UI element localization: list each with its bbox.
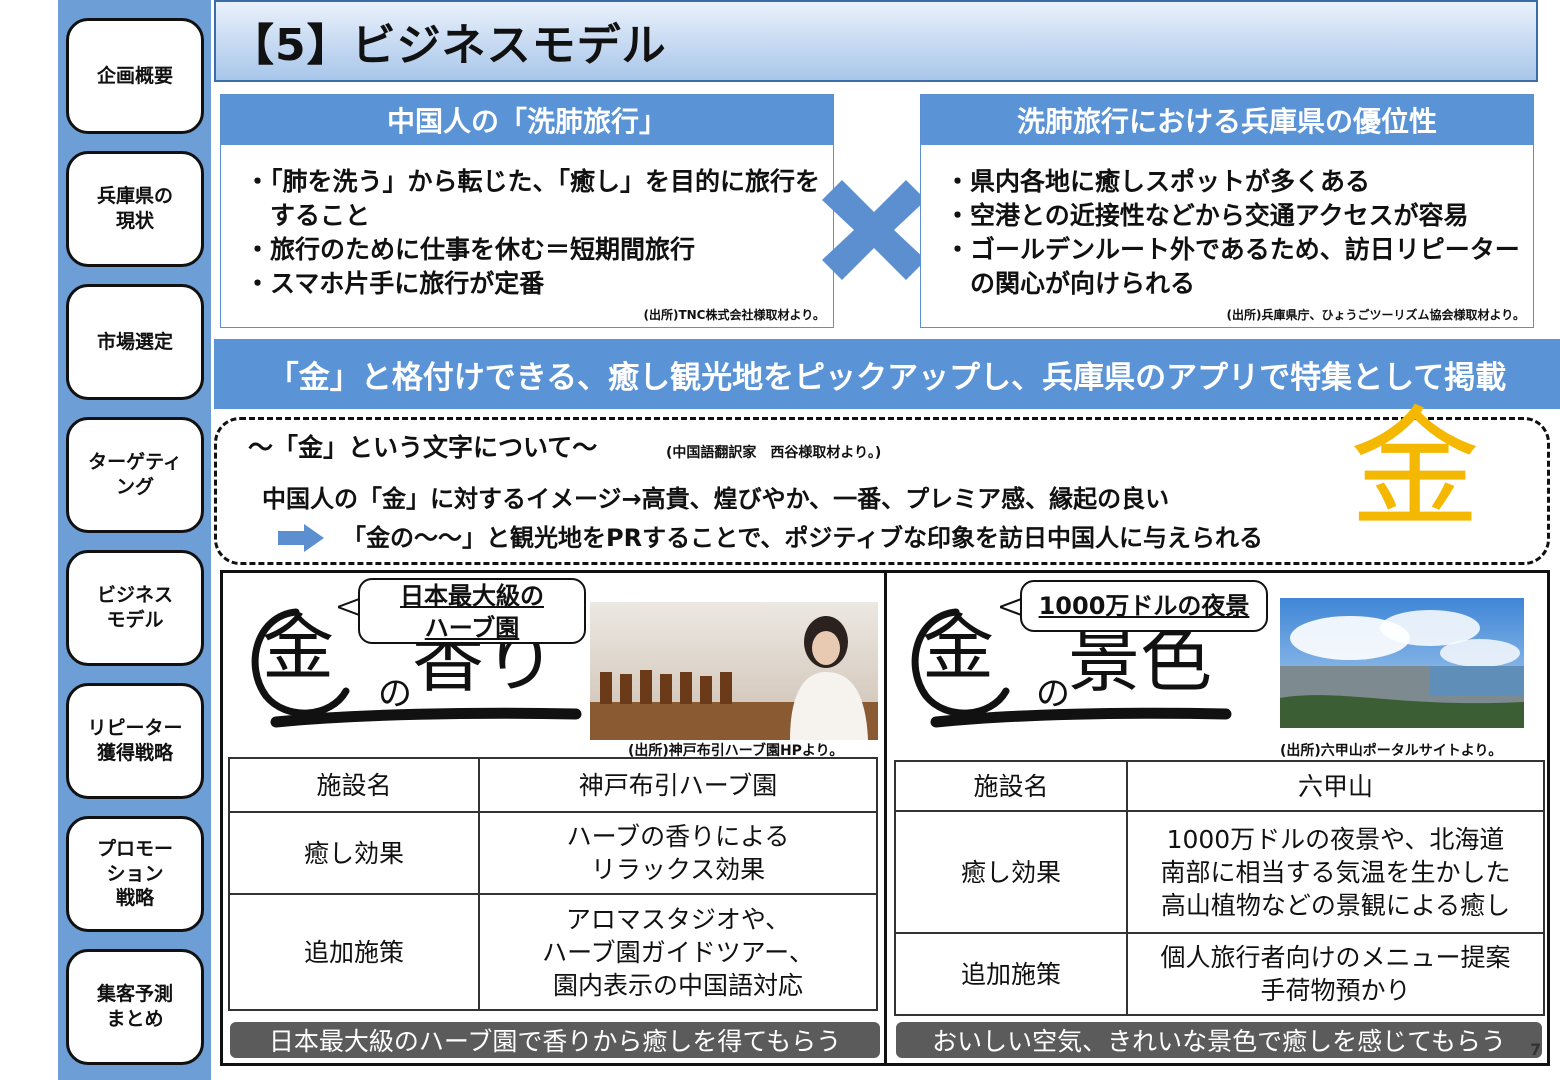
scenery-word: 景色 [1068,618,1213,702]
herb-garden-photo [590,602,878,740]
hyogo-advantage-box: 洗肺旅行における兵庫県の優位性 ・県内各地に癒しスポットが多くある ・空港との近… [920,94,1534,328]
senpai-travel-list: ・「肺を洗う」から転じた、「癒し」を目的に旅行を すること ・旅行のために仕事を… [221,145,833,301]
table-cell: 癒し効果 [228,811,480,895]
rokko-view-photo [1280,598,1524,728]
sidebar-item-targeting[interactable]: ターゲティ ング [66,417,204,533]
list-item: ・スマホ片手に旅行が定番 [245,269,545,298]
rokko-summary: おいしい空気、きれいな景色で癒しを感じてもらう [896,1022,1542,1058]
sidebar-item-hyogo-status[interactable]: 兵庫県の 現状 [66,151,204,267]
kin-character: 金 [922,606,995,690]
sidebar-item-overview[interactable]: 企画概要 [66,18,204,134]
table-cell: 個人旅行者向けのメニュー提案 手荷物預かり [1126,932,1545,1016]
sidebar: 企画概要 兵庫県の 現状 市場選定 ターゲティ ング ビジネス モデル リピータ… [58,0,211,1080]
source-note: (出所)兵庫県庁、ひょうごツーリズム協会様取材より。 [1226,308,1526,322]
cross-icon [822,180,926,280]
panel-divider [884,570,887,1066]
no-character: の [378,674,412,714]
sidebar-item-promotion[interactable]: プロモー ション 戦略 [66,816,204,932]
herb-garden-table: 施設名 神戸布引ハーブ園 癒し効果 ハーブの香りによる リラックス効果 追加施策… [228,757,878,1011]
table-cell: 施設名 [228,757,480,813]
table-cell: 1000万ドルの夜景や、北海道 南部に相当する気温を生かした 高山植物などの景観… [1126,810,1545,934]
speech-bubble: 日本最大級の ハーブ園 [358,578,586,644]
kin-character: 金 [262,606,335,690]
table-cell: アロマスタジオや、 ハーブ園ガイドツアー、 園内表示の中国語対応 [478,893,878,1011]
list-item: ・ゴールデンルート外であるため、訪日リピーター の関心が向けられる [945,235,1520,298]
page-title: 【5】ビジネスモデル [230,20,667,71]
senpai-travel-title: 中国人の「洗肺旅行」 [221,95,833,145]
list-item: ・県内各地に癒しスポットが多くある [945,167,1371,196]
hyogo-advantage-title: 洗肺旅行における兵庫県の優位性 [921,95,1533,145]
list-item: ・「肺を洗う」から転じた、「癒し」を目的に旅行を すること [245,167,821,230]
table-cell: 施設名 [894,760,1128,812]
table-cell: ハーブの香りによる リラックス効果 [478,811,878,895]
speech-bubble: 1000万ドルの夜景 [1020,580,1268,632]
table-cell: 六甲山 [1126,760,1545,812]
rokko-table: 施設名 六甲山 癒し効果 1000万ドルの夜景や、北海道 南部に相当する気温を生… [894,760,1545,1016]
hyogo-advantage-list: ・県内各地に癒しスポットが多くある ・空港との近接性などから交通アクセスが容易 … [921,145,1533,301]
list-item: ・旅行のために仕事を休む＝短期間旅行 [245,235,696,264]
sidebar-item-forecast[interactable]: 集客予測 まとめ [66,949,204,1065]
herb-summary: 日本最大級のハーブ園で香りから癒しを得てもらう [230,1022,880,1058]
photo-source: (出所)六甲山ポータルサイトより。 [1280,743,1503,759]
gold-character: 金 [1350,393,1481,545]
sidebar-item-business-model[interactable]: ビジネス モデル [66,550,204,666]
sidebar-item-repeater[interactable]: リピーター 獲得戦略 [66,683,204,799]
source-note: (中国語翻訳家 西谷様取材より。) [666,445,882,461]
gold-image-text: 中国人の「金」に対するイメージ→高貴、煌びやか、一番、プレミア感、縁起の良い [262,485,1170,513]
sidebar-item-market[interactable]: 市場選定 [66,284,204,400]
list-item: ・空港との近接性などから交通アクセスが容易 [945,201,1469,230]
no-character: の [1036,674,1070,714]
table-cell: 追加施策 [228,893,480,1011]
table-cell: 神戸布引ハーブ園 [478,757,878,813]
source-note: (出所)TNC株式会社様取材より。 [643,308,825,322]
page-number: 7 [1530,1040,1542,1059]
table-cell: 癒し効果 [894,810,1128,934]
page-header: 【5】ビジネスモデル [214,0,1538,82]
arrow-right-icon [278,524,324,552]
table-cell: 追加施策 [894,932,1128,1016]
senpai-travel-box: 中国人の「洗肺旅行」 ・「肺を洗う」から転じた、「癒し」を目的に旅行を すること… [220,94,834,328]
gold-effect-text: 「金の～～」と観光地をPRすることで、ポジティブな印象を訪日中国人に与えられる [342,524,1263,552]
gold-section-title: ～「金」という文字について～ [248,433,598,462]
